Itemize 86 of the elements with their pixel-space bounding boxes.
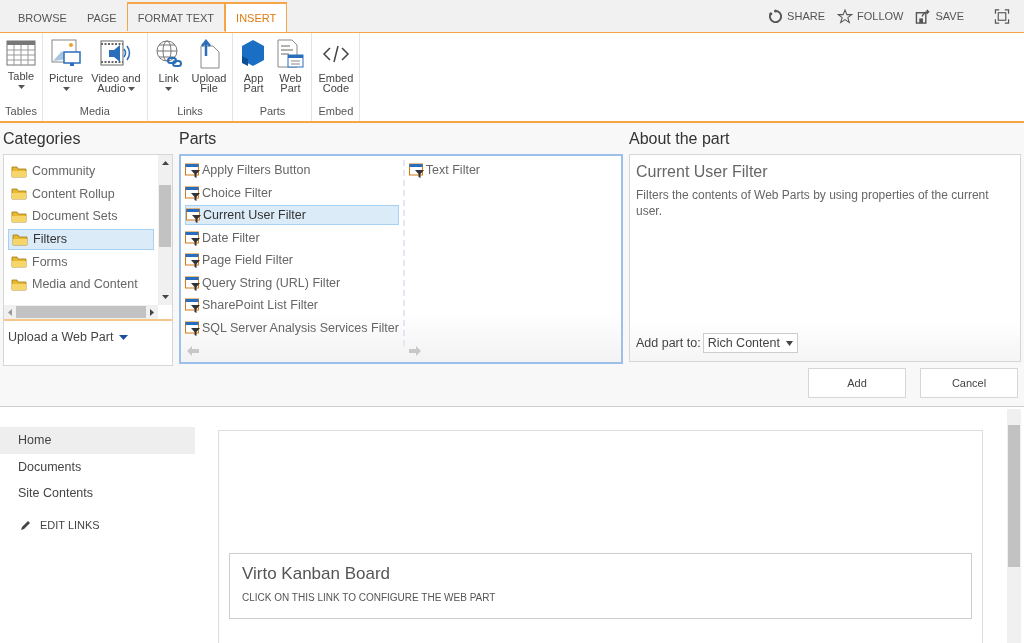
group-label: Media [78,104,111,119]
filter-icon [185,274,201,291]
picture-icon [50,39,83,69]
filter-icon [186,207,202,223]
web-part-item[interactable]: Date Filter [185,227,399,248]
table-button[interactable]: Table [4,37,38,103]
share-button[interactable]: SHARE [768,8,825,24]
app-button[interactable]: App Part [237,37,270,103]
group-label: Tables [4,104,38,119]
add-part-to-label: Add part to: [636,336,701,350]
edit-links-link[interactable]: EDIT LINKS [0,518,195,531]
web-part-item[interactable]: SQL Server Analysis Services Filter [185,317,399,338]
filter-icon [185,252,201,268]
zone-dropdown[interactable]: Rich Content [702,333,798,353]
category-item[interactable]: Community [8,161,154,182]
embed-button[interactable]: Embed Code [316,37,356,103]
category-item[interactable]: Filters [8,228,154,250]
filter-icon [408,162,425,178]
web-part-item[interactable]: Text Filter [408,160,617,180]
webpart-button[interactable]: Web Part [273,37,308,103]
caret-icon [119,334,129,340]
category-item[interactable]: Document Sets [8,206,154,227]
left-arrow-icon[interactable] [187,346,199,356]
video-icon [98,39,133,69]
section-heading: Parts [179,129,218,149]
web-part-item[interactable]: Choice Filter [185,182,399,203]
part-name: Current User Filter [636,163,769,181]
share-icon [768,8,784,24]
web-part-item[interactable]: Current User Filter [185,205,399,225]
web-part-item[interactable]: Query String (URL) Filter [185,272,399,293]
follow-button[interactable]: FOLLOW [837,8,904,24]
category-item[interactable]: Forms [8,251,154,272]
link-button[interactable]: Link [151,37,186,103]
save-icon [915,8,932,24]
dialog-button[interactable]: Cancel [920,368,1018,398]
category-item[interactable]: Media and Content [8,274,154,295]
upload-button[interactable]: Upload File [189,37,229,103]
filter-icon [185,184,201,201]
filter-icon [185,297,201,313]
folder-icon [11,209,27,223]
right-arrow-icon[interactable] [409,346,421,356]
nav-link[interactable]: Home [0,427,195,454]
web-part-item[interactable]: Apply Filters Button [185,160,399,180]
star-icon [837,8,853,24]
group-label: Parts [258,104,287,119]
folder-icon [12,232,28,246]
group-label: Links [176,104,204,119]
caret-icon [785,340,793,346]
web-part-title: Virto Kanban Board [242,564,392,584]
pencil-icon [20,518,32,531]
table-icon [6,39,36,67]
picture-button[interactable]: Picture [47,37,86,103]
dialog-button[interactable]: Add [808,368,906,398]
scroll-down-icon[interactable] [161,295,169,299]
scroll-up-icon[interactable] [161,161,169,165]
folder-icon [11,187,27,201]
globe-link-icon [153,39,184,69]
page-scrollbar[interactable] [1007,409,1021,643]
configure-link[interactable]: CLICK ON THIS LINK TO CONFIGURE THE WEB PART [242,592,959,603]
folder-icon [11,164,27,178]
ribbon-tab[interactable]: PAGE [76,4,127,32]
web-part-icon [275,39,306,69]
upload-web-part-link[interactable]: Upload a Web Part [8,330,129,344]
filter-icon [185,162,201,178]
filter-icon [185,319,201,336]
video-button[interactable]: Video and Audio [89,37,143,103]
category-item[interactable]: Content Rollup [8,183,154,204]
nav-link[interactable]: Documents [0,453,195,480]
horizontal-scrollbar[interactable] [4,305,158,319]
web-part-item[interactable]: SharePoint List Filter [185,295,399,315]
vertical-scrollbar[interactable] [158,155,172,305]
save-button[interactable]: SAVE [915,8,964,24]
folder-icon [11,255,27,269]
scroll-right-icon[interactable] [150,308,154,316]
part-description: Filters the contents of Web Parts by using properties of the current user. [636,187,990,219]
nav-link[interactable]: Site Contents [0,480,195,507]
group-label: Embed [317,104,355,119]
web-part-item[interactable]: Page Field Filter [185,250,399,270]
folder-icon [11,277,27,291]
filter-icon [185,229,201,246]
section-heading: About the part [629,129,731,149]
focus-icon [994,8,1010,24]
section-heading: Categories [3,129,82,149]
ribbon-tab[interactable]: BROWSE [8,4,77,32]
scroll-left-icon[interactable] [8,308,12,316]
focus-button[interactable] [994,8,1010,24]
